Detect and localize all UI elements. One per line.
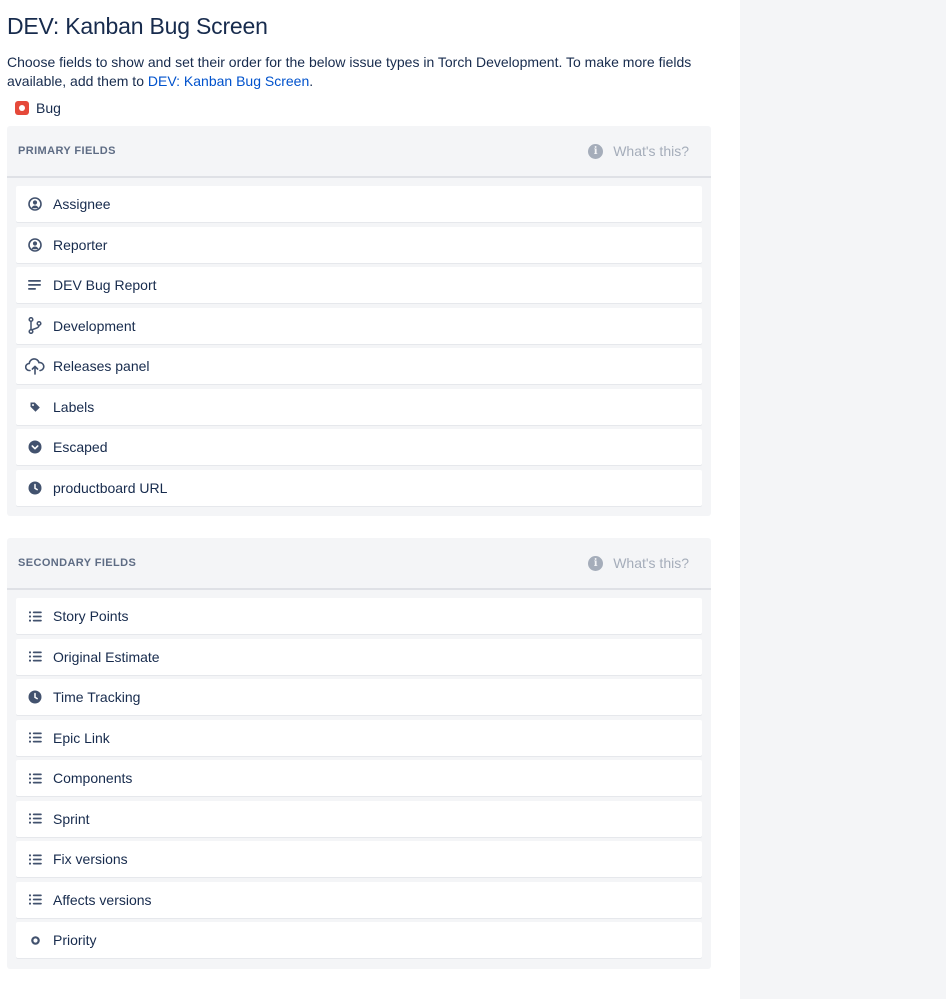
primary-field-list: Assignee Reporter DEV Bug Report Developmen…	[7, 178, 711, 516]
secondary-whats-this[interactable]: i What's this?	[588, 555, 689, 571]
primary-fields-section: PRIMARY FIELDS i What's this? Assignee Re…	[7, 126, 711, 516]
field-row-priority[interactable]: Priority	[16, 922, 702, 958]
primary-help-label: What's this?	[613, 143, 689, 159]
branch-icon	[17, 317, 53, 334]
bug-icon	[15, 101, 29, 115]
main-content: DEV: Kanban Bug Screen Choose fields to …	[7, 0, 711, 969]
list-icon	[17, 813, 53, 824]
field-label: Epic Link	[53, 729, 110, 746]
field-row-time-tracking[interactable]: Time Tracking	[16, 679, 702, 715]
clock-icon	[17, 690, 53, 704]
field-row-releases-panel[interactable]: Releases panel	[16, 348, 702, 384]
primary-fields-title: PRIMARY FIELDS	[18, 145, 116, 157]
paragraph-icon	[17, 279, 53, 291]
user-circle-icon	[17, 237, 53, 252]
field-label: Fix versions	[53, 851, 128, 867]
field-row-labels[interactable]: Labels	[16, 388, 702, 425]
list-icon	[17, 854, 53, 865]
field-label: DEV Bug Report	[53, 277, 157, 293]
field-row-fix-versions[interactable]: Fix versions	[16, 841, 702, 877]
tag-icon	[17, 401, 53, 413]
field-row-original-estimate[interactable]: Original Estimate	[16, 638, 702, 675]
page-title: DEV: Kanban Bug Screen	[7, 13, 268, 39]
list-icon	[17, 611, 53, 622]
field-row-dev-bug-report[interactable]: DEV Bug Report	[16, 267, 702, 303]
field-row-productboard-url[interactable]: productboard URL	[16, 469, 702, 506]
page-description: Choose fields to show and set their orde…	[7, 53, 707, 91]
secondary-fields-header: SECONDARY FIELDS i What's this?	[7, 538, 711, 590]
user-circle-icon	[17, 197, 53, 211]
field-label: Development	[53, 317, 136, 334]
field-row-escaped[interactable]: Escaped	[16, 429, 702, 465]
list-icon	[17, 894, 53, 905]
field-row-assignee[interactable]: Assignee	[16, 186, 702, 222]
dot-icon	[17, 935, 53, 945]
info-icon: i	[588, 555, 604, 571]
description-suffix: .	[309, 73, 314, 89]
info-icon: i	[588, 143, 604, 159]
field-row-components[interactable]: Components	[16, 760, 702, 796]
issue-type-label: Bug	[36, 100, 61, 116]
list-icon	[17, 732, 53, 743]
description-text: Choose fields to show and set their orde…	[7, 54, 692, 89]
field-label: Releases panel	[53, 358, 150, 374]
field-label: Assignee	[53, 196, 111, 212]
secondary-fields-section: SECONDARY FIELDS i What's this? Story Po…	[7, 538, 711, 969]
field-label: Time Tracking	[53, 689, 141, 705]
field-label: Escaped	[53, 439, 108, 455]
field-label: productboard URL	[53, 479, 168, 496]
right-gutter	[740, 0, 946, 999]
field-row-sprint[interactable]: Sprint	[16, 800, 702, 837]
field-label: Original Estimate	[53, 648, 160, 665]
field-label: Labels	[53, 398, 95, 415]
field-label: Components	[53, 770, 133, 786]
list-icon	[17, 651, 53, 662]
list-icon	[17, 773, 53, 784]
secondary-help-label: What's this?	[613, 555, 689, 571]
field-row-reporter[interactable]: Reporter	[16, 226, 702, 263]
field-label: Affects versions	[53, 891, 152, 908]
cloud-upload-icon	[17, 357, 53, 375]
field-row-story-points[interactable]: Story Points	[16, 598, 702, 634]
secondary-fields-title: SECONDARY FIELDS	[18, 557, 137, 569]
field-label: Reporter	[53, 236, 108, 253]
field-label: Sprint	[53, 810, 90, 827]
field-row-epic-link[interactable]: Epic Link	[16, 719, 702, 756]
secondary-field-list: Story Points Original Estimate Time Tracki…	[7, 590, 711, 969]
issue-type: Bug	[15, 98, 711, 118]
primary-whats-this[interactable]: i What's this?	[588, 143, 689, 159]
field-label: Priority	[53, 932, 97, 948]
chevron-circle-icon	[17, 440, 53, 454]
screen-link[interactable]: DEV: Kanban Bug Screen	[148, 73, 309, 89]
primary-fields-header: PRIMARY FIELDS i What's this?	[7, 126, 711, 178]
field-row-affects-versions[interactable]: Affects versions	[16, 881, 702, 918]
clock-icon	[17, 481, 53, 495]
field-label: Story Points	[53, 608, 129, 624]
field-row-development[interactable]: Development	[16, 307, 702, 344]
